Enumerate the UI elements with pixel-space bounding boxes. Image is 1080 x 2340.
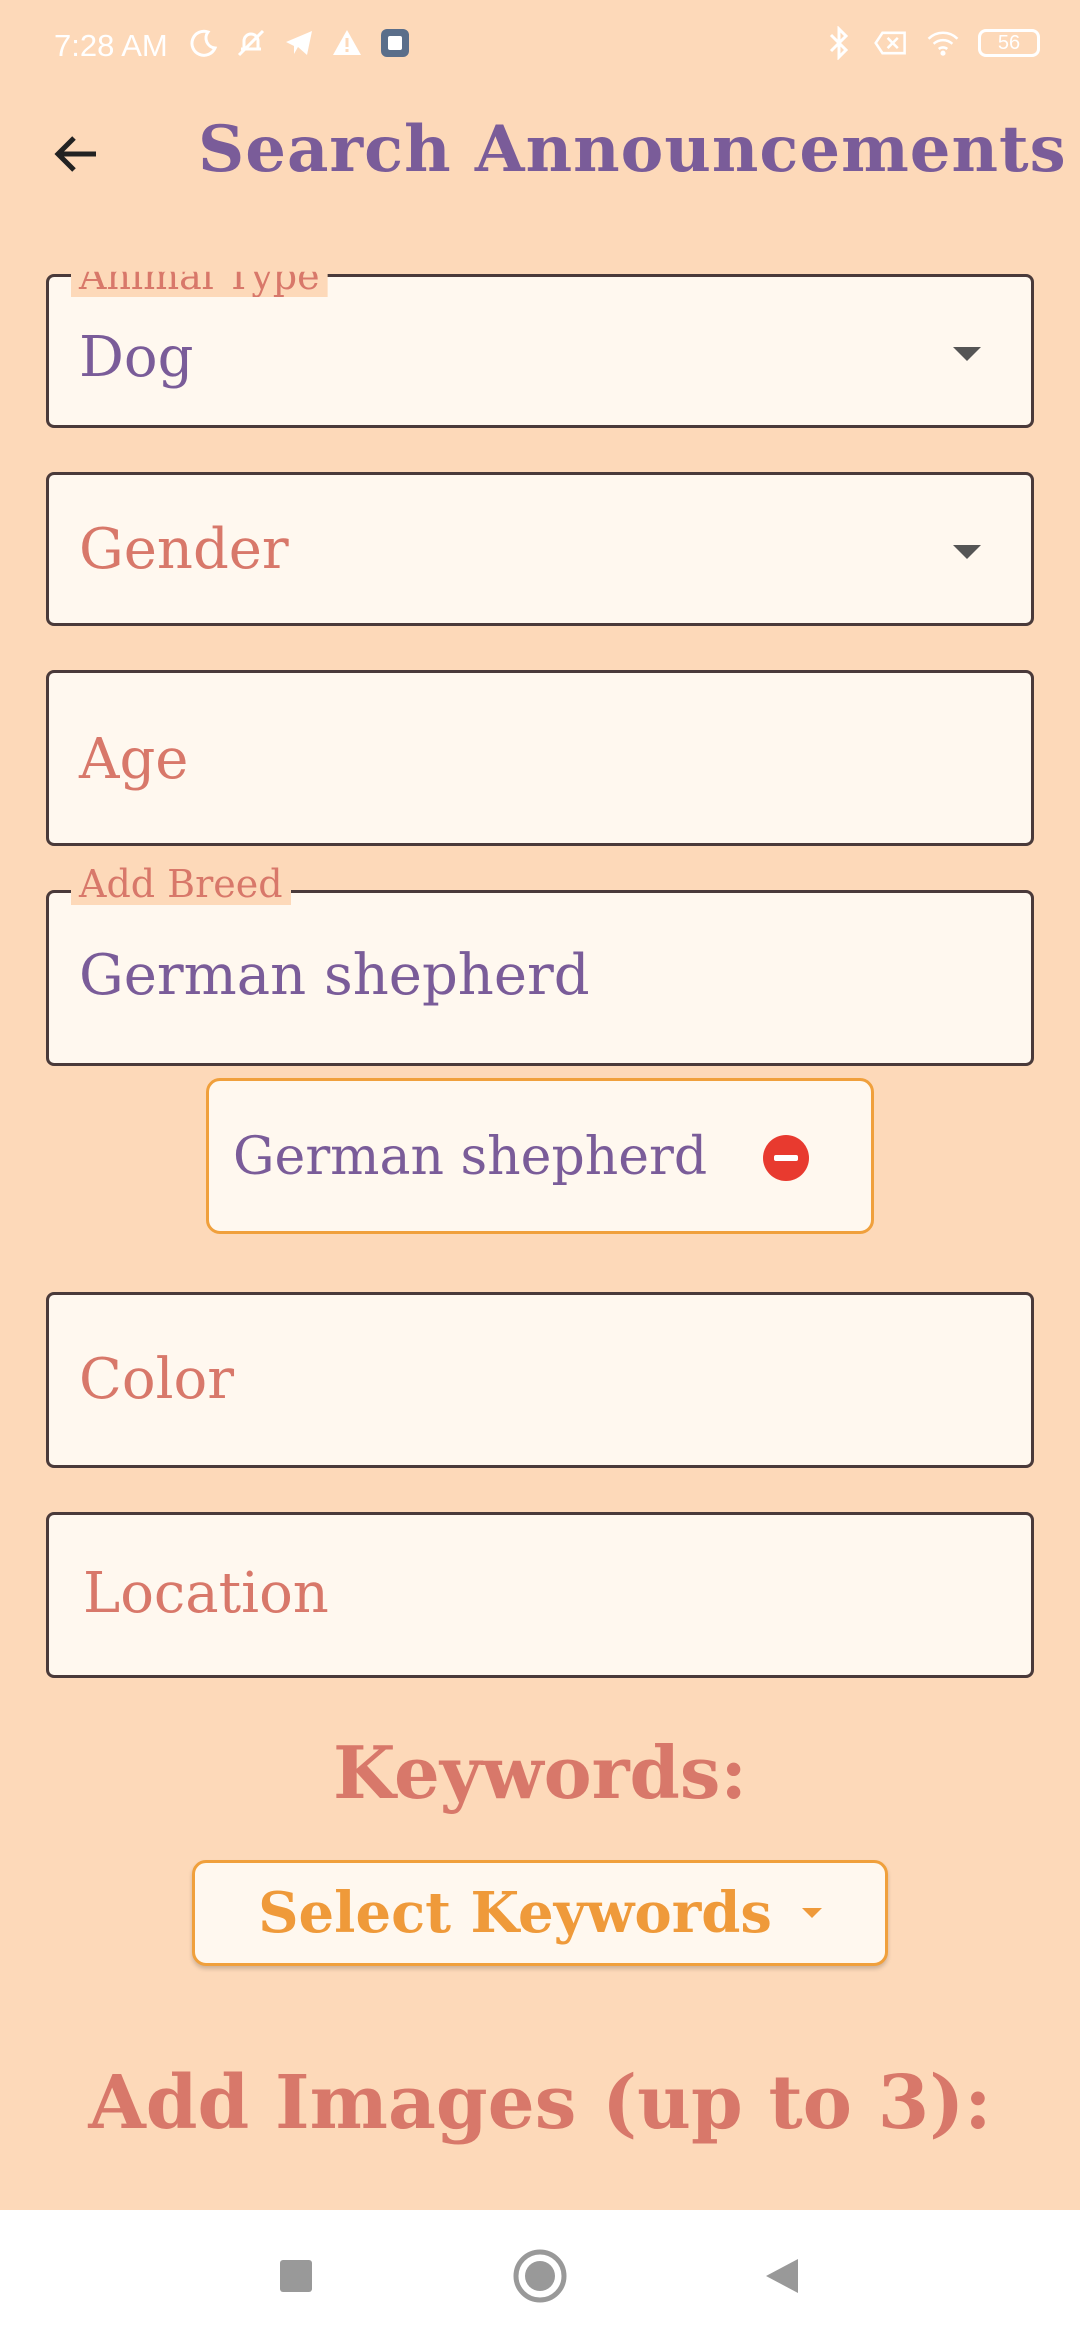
select-keywords-button[interactable]: Select Keywords bbox=[192, 1860, 888, 1966]
warning-icon bbox=[330, 26, 364, 60]
location-placeholder: Location bbox=[83, 1561, 329, 1626]
location-input[interactable]: Location bbox=[46, 1512, 1034, 1678]
telegram-icon bbox=[282, 26, 316, 60]
gender-select[interactable]: Gender bbox=[46, 472, 1034, 626]
status-icons-left bbox=[186, 26, 412, 60]
color-input[interactable]: Color bbox=[46, 1292, 1034, 1468]
breed-chip-label: German shepherd bbox=[233, 1127, 708, 1187]
arrow-left-icon bbox=[54, 136, 96, 172]
bell-off-icon bbox=[234, 26, 268, 60]
age-placeholder: Age bbox=[79, 727, 189, 792]
app-icon bbox=[378, 26, 412, 60]
breed-input[interactable]: Add Breed German shepherd bbox=[46, 863, 1034, 1066]
back-button[interactable] bbox=[44, 122, 108, 186]
chevron-down-icon bbox=[953, 347, 981, 361]
system-nav-bar bbox=[0, 2210, 1080, 2340]
sim-off-icon bbox=[874, 26, 908, 60]
caret-down-icon bbox=[801, 1908, 822, 1918]
status-bar: 7:28 AM 56 bbox=[0, 0, 1080, 96]
add-images-heading: Add Images (up to 3): bbox=[88, 2060, 992, 2146]
wifi-icon bbox=[926, 26, 960, 60]
age-input[interactable]: Age bbox=[46, 670, 1034, 846]
page-title: Search Announcements bbox=[198, 112, 1067, 187]
breed-label: Add Breed bbox=[71, 863, 291, 905]
animal-type-value: Dog bbox=[79, 325, 194, 390]
moon-icon bbox=[186, 26, 220, 60]
keywords-heading: Keywords: bbox=[332, 1730, 748, 1815]
animal-type-label: Animal Type bbox=[71, 271, 328, 297]
animal-type-select[interactable]: Animal Type Dog bbox=[46, 271, 1034, 428]
breed-chip: German shepherd bbox=[206, 1078, 874, 1234]
breed-value: German shepherd bbox=[79, 943, 590, 1008]
circle-home-icon[interactable] bbox=[510, 2246, 570, 2306]
select-keywords-label: Select Keywords bbox=[258, 1880, 772, 1946]
app-bar: Search Announcements bbox=[0, 96, 1080, 208]
battery-icon: 56 bbox=[978, 29, 1040, 57]
status-icons-right: 56 bbox=[822, 26, 1040, 60]
remove-circle-icon[interactable] bbox=[763, 1135, 809, 1181]
status-time: 7:28 AM bbox=[54, 28, 168, 63]
triangle-back-icon[interactable] bbox=[752, 2246, 812, 2306]
chevron-down-icon bbox=[953, 545, 981, 559]
bluetooth-icon bbox=[822, 26, 856, 60]
color-placeholder: Color bbox=[79, 1347, 234, 1412]
square-recents-icon[interactable] bbox=[266, 2246, 326, 2306]
gender-placeholder: Gender bbox=[79, 517, 289, 582]
